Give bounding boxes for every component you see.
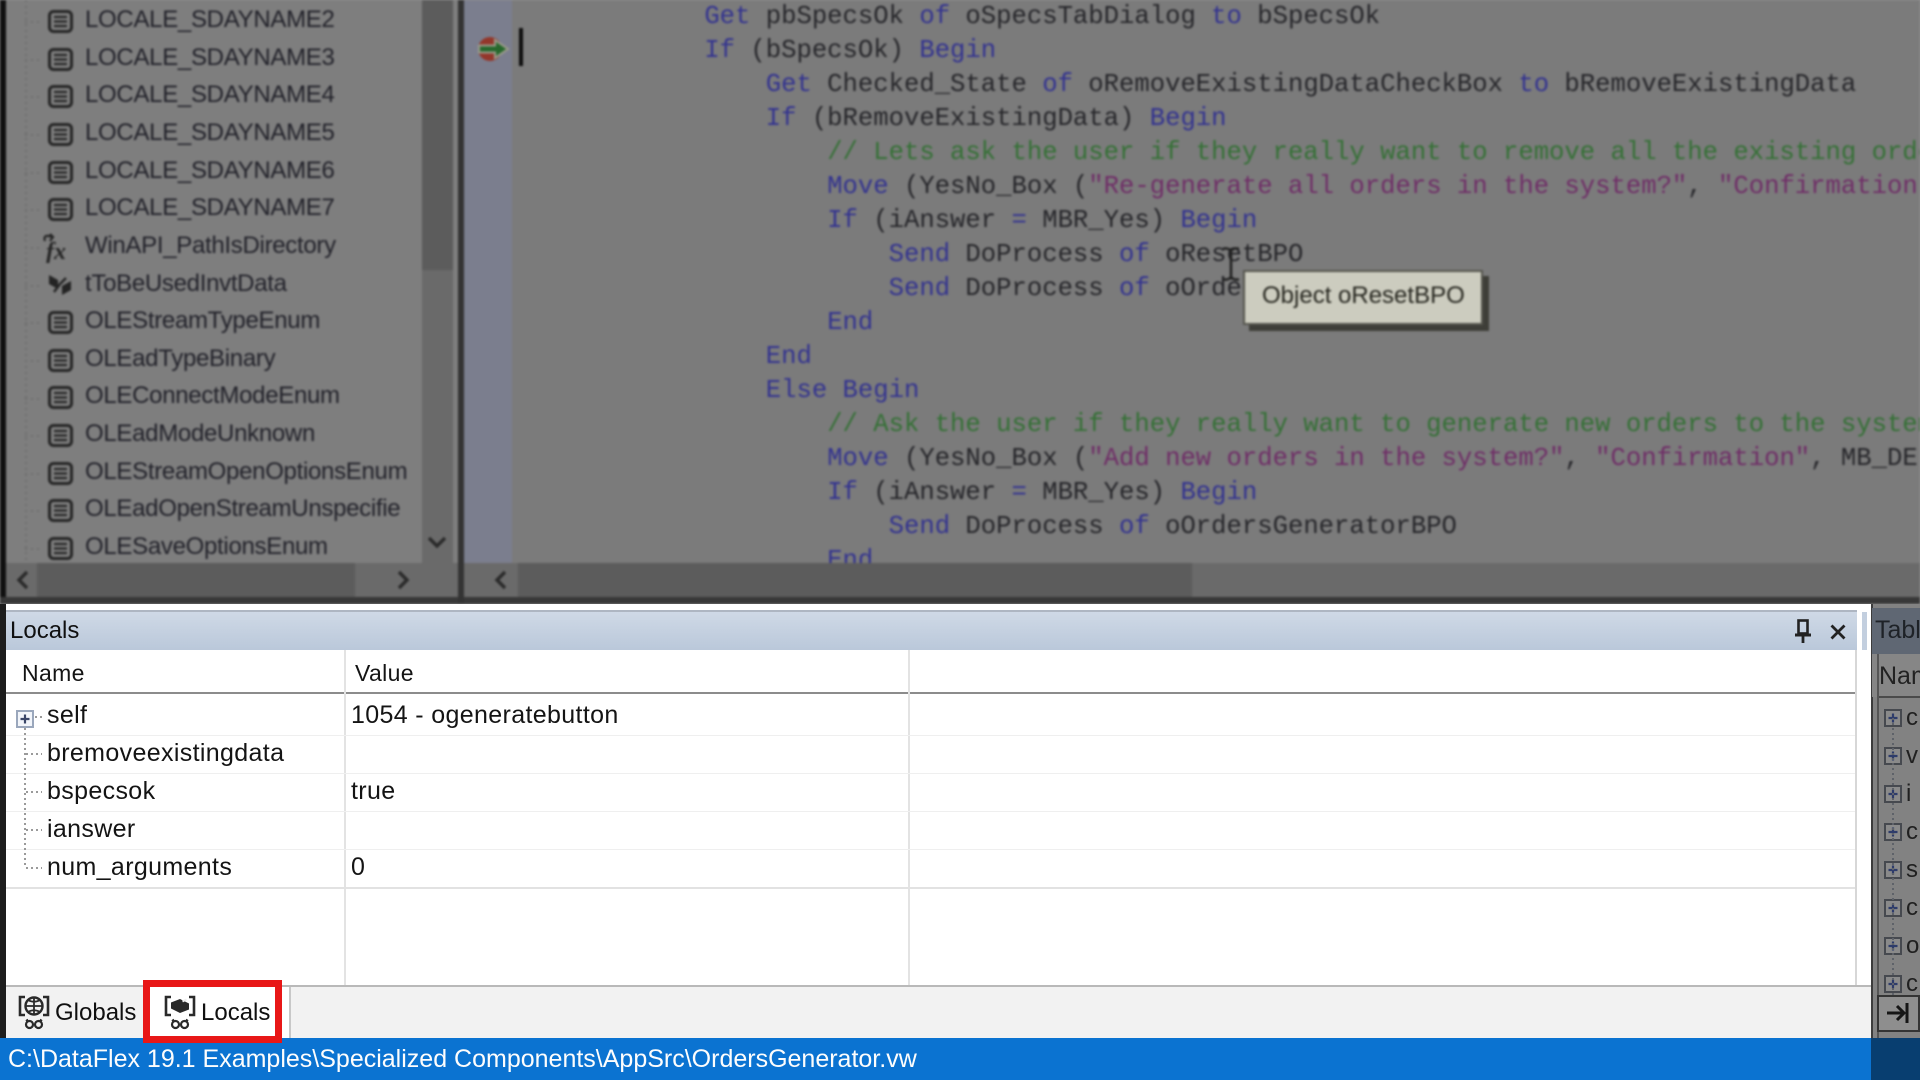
svg-text:fx: fx (46, 239, 66, 263)
